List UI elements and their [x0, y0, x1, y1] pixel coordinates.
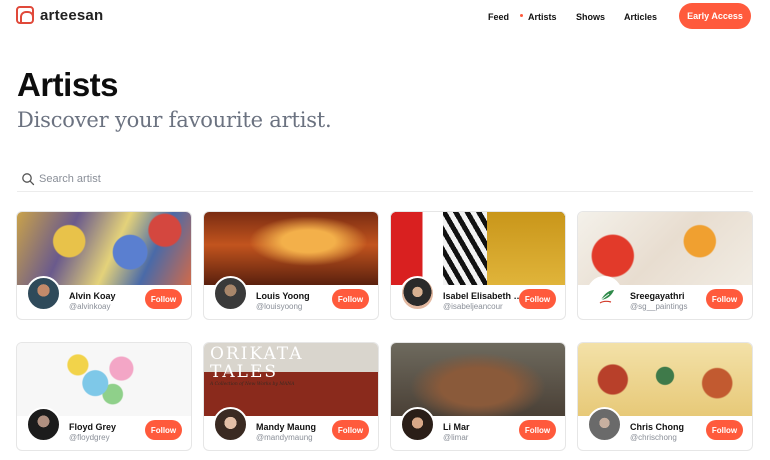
avatar — [400, 276, 435, 311]
artist-name: Floyd Grey — [69, 422, 117, 432]
artist-name: Isabel Elisabeth Jean... — [443, 291, 527, 301]
page-subtitle: Discover your favourite artist. — [17, 108, 332, 132]
artwork-cover-image — [391, 343, 565, 416]
cover-title-text: ORIKATA TALES — [210, 344, 304, 382]
avatar — [213, 407, 248, 442]
artist-name: Louis Yoong — [256, 291, 310, 301]
artist-handle: @floydgrey — [69, 433, 110, 442]
page-title: Artists — [17, 66, 119, 103]
artist-handle: @limar — [443, 433, 469, 442]
artist-card[interactable]: Sreegayathri @sg__paintings Follow — [577, 211, 753, 320]
artwork-cover-image — [578, 212, 752, 285]
artist-name: Chris Chong — [630, 422, 684, 432]
follow-button[interactable]: Follow — [332, 420, 369, 440]
artist-card[interactable]: Floyd Grey @floydgrey Follow — [16, 342, 192, 451]
follow-button[interactable]: Follow — [519, 420, 556, 440]
artist-handle: @isabeljeancour — [443, 302, 503, 311]
avatar — [26, 276, 61, 311]
avatar — [587, 407, 622, 442]
follow-button[interactable]: Follow — [145, 289, 182, 309]
artist-name: Mandy Maung — [256, 422, 316, 432]
nav-link-artists[interactable]: Artists — [528, 12, 557, 22]
cover-subtitle-text: A Collection of New Works by MANA — [210, 382, 295, 387]
artist-card[interactable]: Louis Yoong @louisyoong Follow — [203, 211, 379, 320]
nav-link-articles[interactable]: Articles — [624, 12, 657, 22]
artwork-cover-image — [17, 212, 191, 285]
artwork-cover-image — [17, 343, 191, 416]
follow-button[interactable]: Follow — [519, 289, 556, 309]
artist-handle: @alvinkoay — [69, 302, 111, 311]
artwork-cover-image: ORIKATA TALES A Collection of New Works … — [204, 343, 378, 416]
search-input[interactable] — [39, 172, 339, 185]
follow-button[interactable]: Follow — [706, 420, 743, 440]
artwork-cover-image — [578, 343, 752, 416]
follow-button[interactable]: Follow — [145, 420, 182, 440]
artist-name: Sreegayathri — [630, 291, 685, 301]
arch-logo-icon — [16, 6, 34, 24]
artist-handle: @louisyoong — [256, 302, 303, 311]
artist-card[interactable]: ORIKATA TALES A Collection of New Works … — [203, 342, 379, 451]
artist-name: Alvin Koay — [69, 291, 116, 301]
artist-name: Li Mar — [443, 422, 470, 432]
brand-logo[interactable]: arteesan — [16, 6, 103, 24]
top-navigation-bar: arteesan Feed Artists Shows Articles Ear… — [0, 0, 770, 32]
artist-card[interactable]: Alvin Koay @alvinkoay Follow — [16, 211, 192, 320]
artist-card[interactable]: Li Mar @limar Follow — [390, 342, 566, 451]
search-bar — [17, 166, 753, 192]
artwork-cover-panel — [486, 212, 565, 285]
avatar — [587, 276, 622, 311]
follow-button[interactable]: Follow — [332, 289, 369, 309]
artist-card[interactable]: Chris Chong @chrischong Follow — [577, 342, 753, 451]
follow-button[interactable]: Follow — [706, 289, 743, 309]
nav-link-shows[interactable]: Shows — [576, 12, 605, 22]
early-access-button[interactable]: Early Access — [679, 3, 751, 29]
avatar — [26, 407, 61, 442]
search-icon — [22, 172, 35, 185]
artist-handle: @chrischong — [630, 433, 677, 442]
artist-handle: @mandymaung — [256, 433, 313, 442]
avatar — [400, 407, 435, 442]
active-indicator-dot — [520, 14, 523, 17]
avatar — [213, 276, 248, 311]
nav-link-feed[interactable]: Feed — [488, 12, 509, 22]
artist-handle: @sg__paintings — [630, 302, 688, 311]
leaf-logo-icon — [599, 290, 614, 304]
artist-card[interactable]: Isabel Elisabeth Jean... @isabeljeancour… — [390, 211, 566, 320]
artwork-cover-image — [204, 212, 378, 285]
brand-name: arteesan — [40, 6, 104, 24]
